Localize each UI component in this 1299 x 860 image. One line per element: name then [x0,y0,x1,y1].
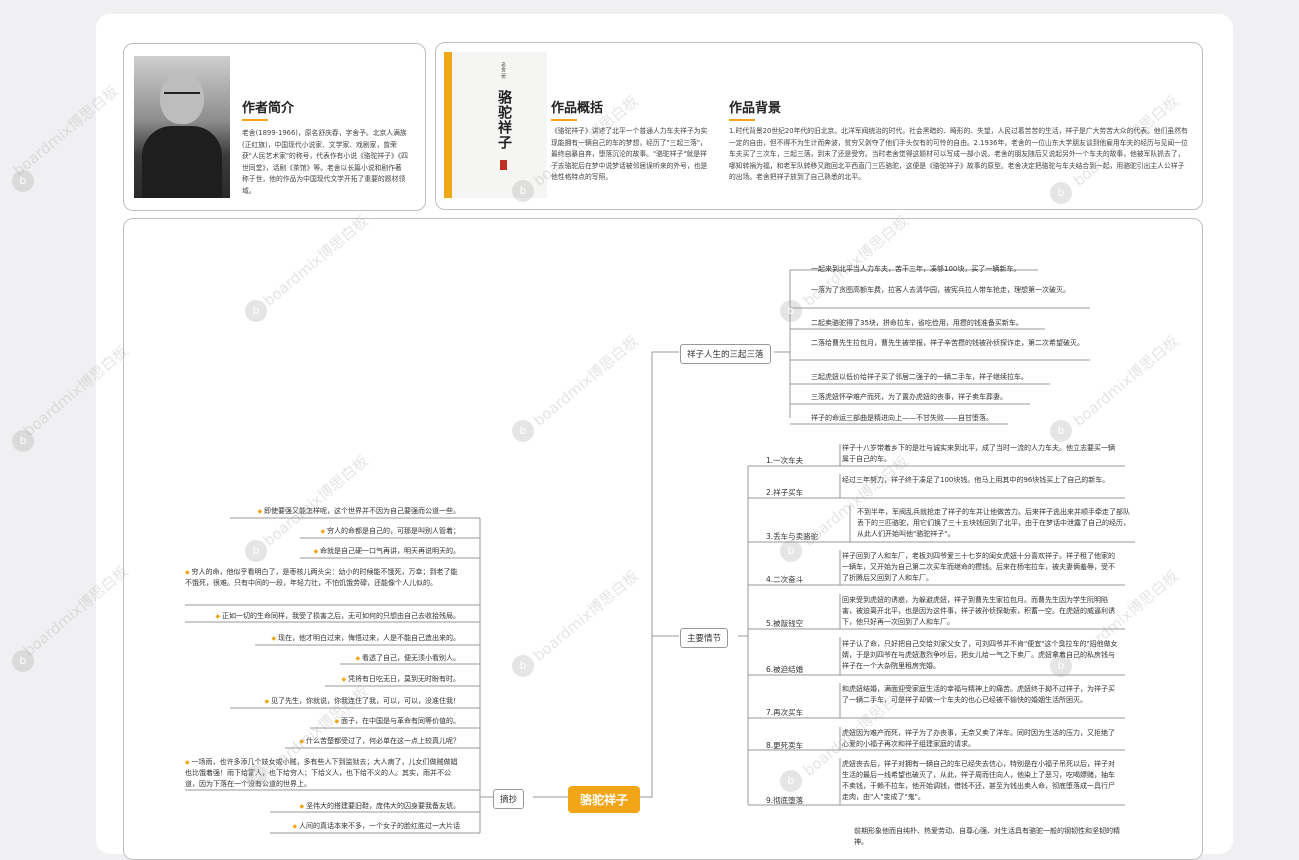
branch-excerpt[interactable]: 摘抄 [493,789,525,809]
mindmap-root[interactable]: 骆驼祥子 [568,786,641,813]
plot-label[interactable]: 6.被迫结婚 [766,664,803,675]
plot-label[interactable]: 1.一次车夫 [766,455,803,466]
excerpt-item[interactable]: 人间的真话本来不多，一个女子的脸红胜过一大片话 [185,821,460,832]
plot-label[interactable]: 5.被敲钱空 [766,618,803,629]
watermark-logo-icon: b [1050,182,1072,204]
plot-label[interactable]: 8.更死卖车 [766,740,803,751]
plot-text[interactable]: 虎妞丧去后，祥子对拥有一辆自己的车已经失去信心，特别是在小福子吊死以后，祥子对生… [842,759,1120,803]
excerpt-item[interactable]: 正如一切的生命同样，我受了损害之后，无可如何的只想由自己去收拾残局。 [185,611,460,622]
plot-label[interactable]: 4.二次奋斗 [766,574,803,585]
plot-text[interactable]: 回来受到虎妞的诱惑，为躲避虎妞，祥子到曹先生家拉包月。而曹先生因为学生阮明陷害，… [842,595,1120,628]
branch-plot[interactable]: 主要情节 [680,628,729,648]
watermark-logo-icon: b [780,540,802,562]
excerpt-item[interactable]: 穷人的命，他似乎看明白了，是枣核儿两头尖：幼小的时候能不饿死，万幸；到老了能不饿… [185,567,460,589]
plot-label[interactable]: 2.祥子买车 [766,487,803,498]
plot-label[interactable]: 9.彻底堕落 [766,795,803,806]
watermark-logo-icon: b [512,655,534,677]
watermark-logo-icon: b [780,770,802,792]
rise-fall-item[interactable]: 二起卖骆驼得了35块，拼命拉车，省吃俭用，用攒的钱准备买新车。 [811,318,1051,329]
rise-fall-item[interactable]: 一落为了贪图高额车费，拉客人去清华园，被宪兵拉人带车抢走，理想第一次破灭。 [811,285,1086,296]
watermark-logo-icon: b [1050,655,1072,677]
excerpt-item[interactable]: 坚伟大的搭建要旧鞋，庞伟大的囚身要我备友琥。 [185,801,460,812]
watermark-logo-icon: b [780,300,802,322]
watermark-logo-icon: b [512,180,534,202]
watermark-logo-icon: b [512,420,534,442]
plot-text[interactable]: 祥子回到了人和车厂，老板刘四爷爱三十七岁的闺女虎妞十分喜欢祥子。祥子租了他家的一… [842,551,1120,584]
rise-fall-item[interactable]: 三起虎妞以低价给祥子买了邻居二强子的一辆二手车，祥子继续拉车。 [811,372,1056,383]
rise-fall-item[interactable]: 二落给曹先生拉包月，曹先生被举报，祥子辛苦攒的钱被孙侦探诈走，第二次希望破灭。 [811,338,1086,349]
rise-fall-item[interactable]: 祥子的命运三部曲是精进向上——不甘失败——自甘堕落。 [811,413,1011,424]
watermark-logo-icon: b [245,300,267,322]
plot-text[interactable]: 虎妞因为难产而死，祥子为了办丧事，无奈又卖了洋车。同时因为生活的压力，又拒绝了心… [842,728,1120,750]
watermark-logo-icon: b [1050,420,1072,442]
excerpt-item[interactable]: 看透了自己，便无须小看别人。 [185,653,460,664]
plot-text[interactable]: 前期形象他而自纯朴、热爱劳动、自尊心强、对生活具有骆驼一般的钢韧性和坚韧的精神。 [854,826,1132,848]
excerpt-item[interactable]: 凭将有日吃无日，莫到无时盼有时。 [185,674,460,685]
excerpt-item[interactable]: 见了先生，你就说，你我连住了我，可以，可以，没准住我！ [185,696,460,707]
plot-text[interactable]: 不到半年，军阀乱兵就抢走了祥子的车并让他做苦力。后来祥子逃出来并顺手牵走了部队丢… [857,507,1135,540]
excerpt-item[interactable]: 命就是自己硬一口气再讲，明天再说明天的。 [185,546,460,557]
branch-rise-fall[interactable]: 祥子人生的三起三落 [680,344,771,364]
excerpt-item[interactable]: 现在，他才明白过来，悔悟过来，人是不能自己造出来的。 [185,633,460,644]
excerpt-item[interactable]: 穷人的命都是自己的，可那是叫别人管着； [185,526,460,537]
plot-label[interactable]: 7.再次买车 [766,707,803,718]
watermark-logo-icon: b [245,540,267,562]
rise-fall-item[interactable]: 三落虎妞怀孕难产而死，为了置办虎妞的丧事，祥子卖车葬妻。 [811,392,1036,403]
excerpt-item[interactable]: 一场雨，也许多添几个妓女或小贼，多有些人下到监狱去；大人病了，儿女们做贼做娼也比… [185,757,460,790]
